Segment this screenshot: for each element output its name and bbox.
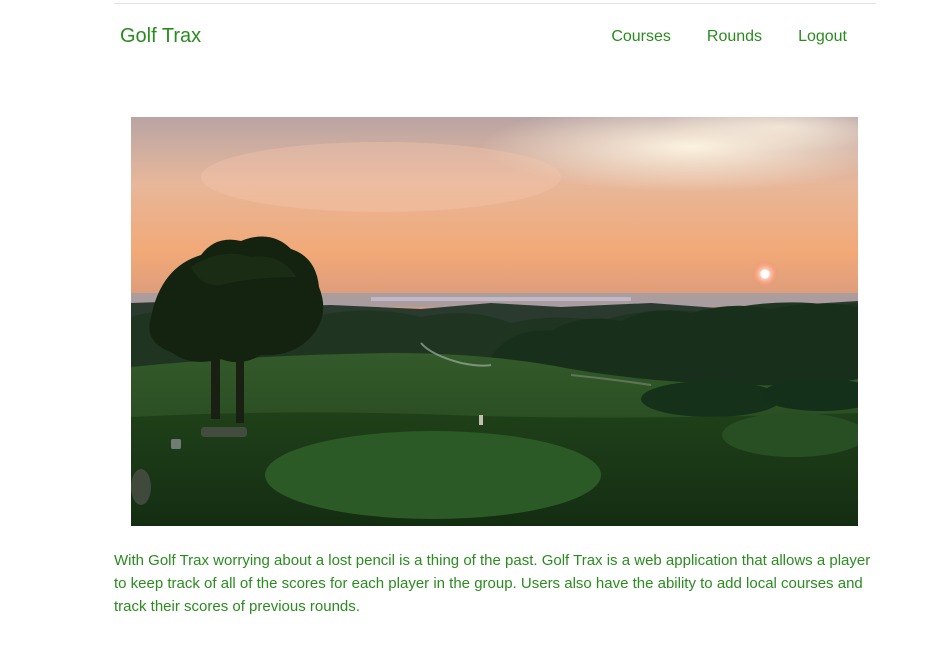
nav-courses-link[interactable]: Courses — [611, 28, 671, 46]
page: Golf Trax Courses Rounds Logout With Gol… — [0, 0, 950, 655]
brand-link[interactable]: Golf Trax — [120, 25, 201, 48]
nav-rounds-link[interactable]: Rounds — [707, 28, 762, 46]
top-divider — [114, 3, 876, 4]
intro-paragraph: With Golf Trax worrying about a lost pen… — [114, 552, 871, 615]
nav-logout-link[interactable]: Logout — [798, 28, 847, 46]
main-nav: Courses Rounds Logout — [611, 28, 847, 46]
hero-image-golf-course-sunset — [131, 117, 858, 526]
